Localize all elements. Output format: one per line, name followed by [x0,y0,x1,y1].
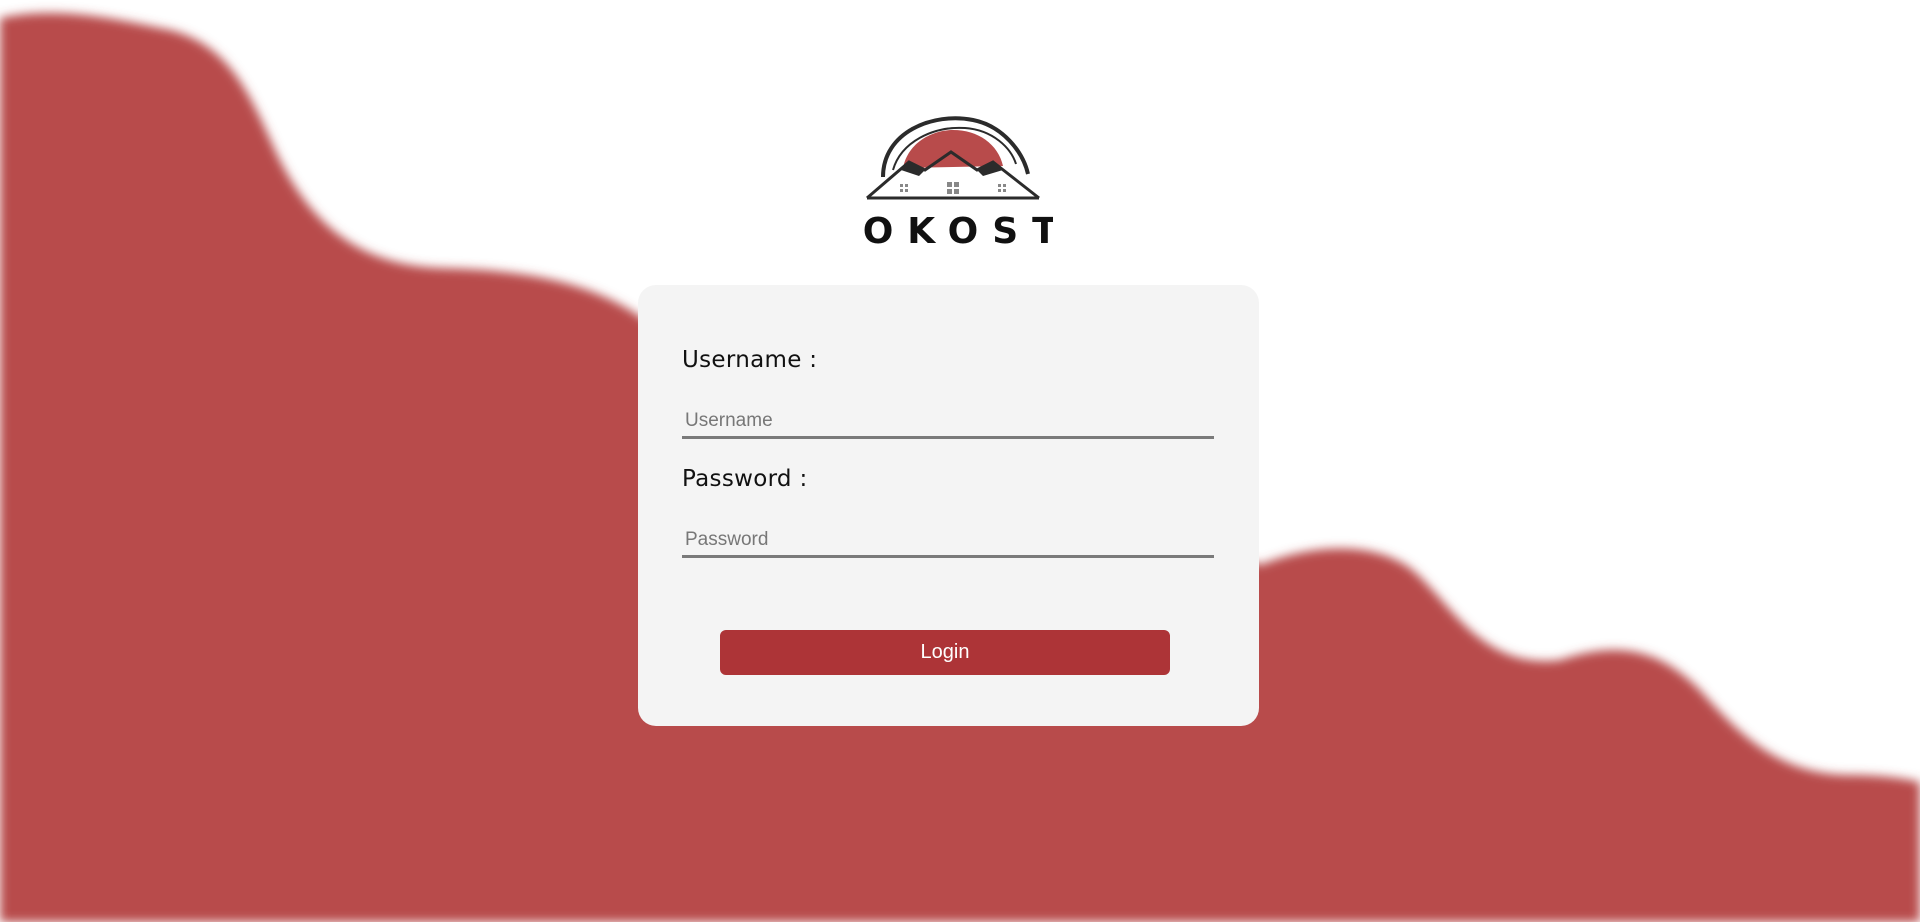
brand-wordmark: IOKOST [835,211,1056,252]
password-input[interactable] [682,524,1214,558]
password-label: Password : [682,466,808,492]
login-button[interactable]: Login [720,630,1170,675]
house-roof-logo-icon [866,116,1040,200]
username-input[interactable] [682,405,1214,439]
login-card: Username : Password : Login [638,285,1259,726]
username-label: Username : [682,347,818,373]
brand-logo: IOKOST [835,112,1057,252]
brand-name: IOKOST [853,211,1053,251]
login-page: IOKOST Username : Password : Login [0,0,1920,922]
